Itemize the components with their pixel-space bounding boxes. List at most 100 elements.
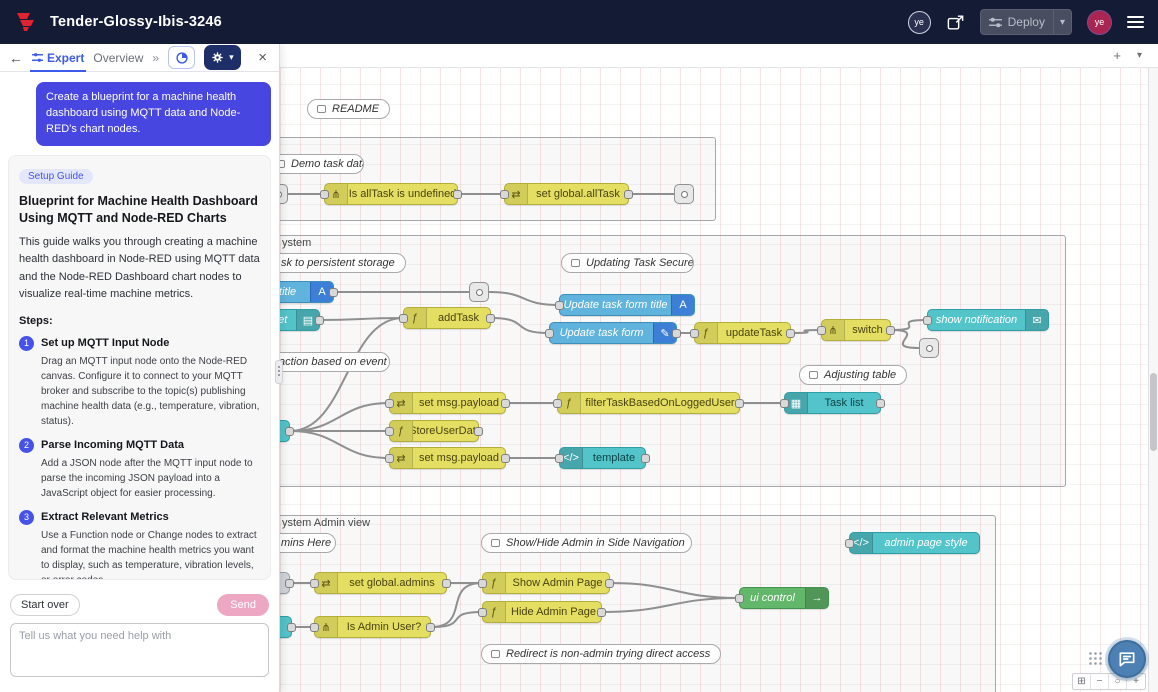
comment-node[interactable]: Show/Hide Admin in Side Navigation	[481, 533, 692, 553]
output-port[interactable]	[426, 623, 435, 632]
output-port[interactable]	[735, 399, 744, 408]
output-port[interactable]	[624, 190, 633, 199]
start-over-button[interactable]: Start over	[10, 594, 80, 616]
input-port[interactable]	[478, 608, 487, 617]
input-port[interactable]	[399, 314, 408, 323]
panel-resize-handle[interactable]	[275, 360, 283, 384]
input-port[interactable]	[735, 594, 744, 603]
output-port[interactable]	[287, 623, 296, 632]
output-port[interactable]	[285, 579, 294, 588]
flow-node-is-admin-user[interactable]: ⋔Is Admin User?	[314, 616, 431, 638]
insights-button[interactable]	[168, 46, 195, 69]
input-port[interactable]	[545, 329, 554, 338]
add-flow-button[interactable]: +	[1113, 48, 1121, 63]
tab-overview[interactable]: Overview	[93, 44, 143, 71]
flow-node-show-admin-page[interactable]: ƒShow Admin Page	[482, 572, 610, 594]
flow-node-teal[interactable]	[280, 616, 292, 638]
flow-node-switch[interactable]: ⋔switch	[821, 319, 891, 341]
comment-node[interactable]: action based on event	[280, 352, 390, 372]
link-node[interactable]	[674, 184, 694, 204]
flow-node-show-notification[interactable]: show notification✉	[927, 309, 1049, 331]
editor-icon[interactable]	[946, 13, 965, 32]
flow-node-is-alltask-is-undefined[interactable]: ⋔Is allTask is undefined	[324, 183, 458, 205]
flow-node-teal[interactable]	[280, 420, 290, 442]
send-button[interactable]: Send	[217, 594, 269, 616]
flow-node-addtask[interactable]: ƒaddTask	[403, 307, 491, 329]
flow-node-storeuserdata[interactable]: ƒStoreUserData	[389, 420, 479, 442]
output-port[interactable]	[876, 399, 885, 408]
flow-node-update-task-form-title[interactable]: Update task form titleA	[559, 294, 695, 316]
flow-node-ui-control[interactable]: ui control→	[739, 587, 829, 609]
input-port[interactable]	[690, 329, 699, 338]
flow-node-grey[interactable]	[280, 572, 290, 594]
deploy-button[interactable]: Deploy ▾	[980, 9, 1072, 35]
flow-node-set-msg-payload[interactable]: ⇄set msg.payload	[389, 447, 506, 469]
flow-node-m-title[interactable]: m titleA	[280, 281, 334, 303]
settings-dropdown-button[interactable]: ▾	[204, 45, 241, 70]
close-icon[interactable]: ×	[255, 49, 270, 66]
flow-node-set-global-alltask[interactable]: ⇄set global.allTask	[504, 183, 629, 205]
output-port[interactable]	[474, 427, 483, 436]
flow-node-set-msg-payload[interactable]: ⇄set msg.payload	[389, 392, 506, 414]
input-port[interactable]	[310, 579, 319, 588]
comment-node[interactable]: Adjusting table	[799, 365, 907, 385]
user-avatar[interactable]: ye	[1087, 10, 1112, 35]
more-tabs-icon[interactable]: »	[152, 51, 159, 65]
output-port[interactable]	[641, 454, 650, 463]
flow-node-filtertaskbasedonloggeduser[interactable]: ƒfilterTaskBasedOnLoggedUser	[557, 392, 740, 414]
tab-expert[interactable]: Expert	[32, 44, 84, 71]
flow-node-update-task-form[interactable]: Update task form✎	[549, 322, 677, 344]
flow-list-button[interactable]: ▾	[1137, 50, 1142, 61]
output-port[interactable]	[315, 316, 324, 325]
comment-node[interactable]: sk to persistent storage	[280, 253, 406, 273]
zoom-out-button[interactable]: −	[1091, 674, 1109, 689]
link-node[interactable]	[280, 184, 288, 204]
comment-node[interactable]: README	[307, 99, 390, 119]
comment-node[interactable]: Updating Task Securely	[561, 253, 694, 273]
comment-node[interactable]: Demo task data	[280, 154, 364, 174]
input-port[interactable]	[780, 399, 789, 408]
vertical-scrollbar[interactable]	[1148, 68, 1158, 692]
flow-node-hide-admin-page[interactable]: ƒHide Admin Page	[482, 601, 602, 623]
comment-node[interactable]: Redirect is non-admin trying direct acce…	[481, 644, 721, 664]
flow-canvas[interactable]: ystemystem Admin viewREADMEDemo task dat…	[280, 44, 1158, 692]
drag-handle-icon[interactable]	[1088, 651, 1103, 666]
scrollbar-thumb[interactable]	[1150, 373, 1157, 451]
back-icon[interactable]: ←	[9, 50, 23, 66]
chat-fab-button[interactable]	[1108, 640, 1146, 678]
output-port[interactable]	[501, 399, 510, 408]
flow-node-ticket[interactable]: ticket▤	[280, 309, 320, 331]
menu-icon[interactable]	[1127, 16, 1144, 28]
input-port[interactable]	[555, 454, 564, 463]
output-port[interactable]	[453, 190, 462, 199]
output-port[interactable]	[786, 329, 795, 338]
output-port[interactable]	[486, 314, 495, 323]
flow-node-task-list[interactable]: ▦Task list	[784, 392, 881, 414]
input-port[interactable]	[385, 399, 394, 408]
output-port[interactable]	[501, 454, 510, 463]
link-node[interactable]	[919, 338, 939, 358]
input-port[interactable]	[385, 427, 394, 436]
output-port[interactable]	[597, 608, 606, 617]
flow-node-updatetask[interactable]: ƒupdateTask	[694, 322, 791, 344]
navigator-icon[interactable]: ⊞	[1073, 674, 1091, 689]
input-port[interactable]	[385, 454, 394, 463]
flow-node-admin-page-style[interactable]: </>admin page style	[849, 532, 980, 554]
output-port[interactable]	[329, 288, 338, 297]
comment-node[interactable]: mins Here	[280, 533, 336, 553]
input-port[interactable]	[845, 539, 854, 548]
flow-group[interactable]	[280, 137, 716, 221]
flow-node-template[interactable]: </>template	[559, 447, 646, 469]
input-port[interactable]	[310, 623, 319, 632]
flow-node-set-global-admins[interactable]: ⇄set global.admins	[314, 572, 447, 594]
output-port[interactable]	[605, 579, 614, 588]
team-avatar[interactable]: ye	[908, 11, 931, 34]
input-port[interactable]	[817, 326, 826, 335]
output-port[interactable]	[442, 579, 451, 588]
output-port[interactable]	[672, 329, 681, 338]
input-port[interactable]	[553, 399, 562, 408]
assistant-input[interactable]	[10, 623, 269, 677]
output-port[interactable]	[285, 427, 294, 436]
input-port[interactable]	[320, 190, 329, 199]
input-port[interactable]	[923, 316, 932, 325]
